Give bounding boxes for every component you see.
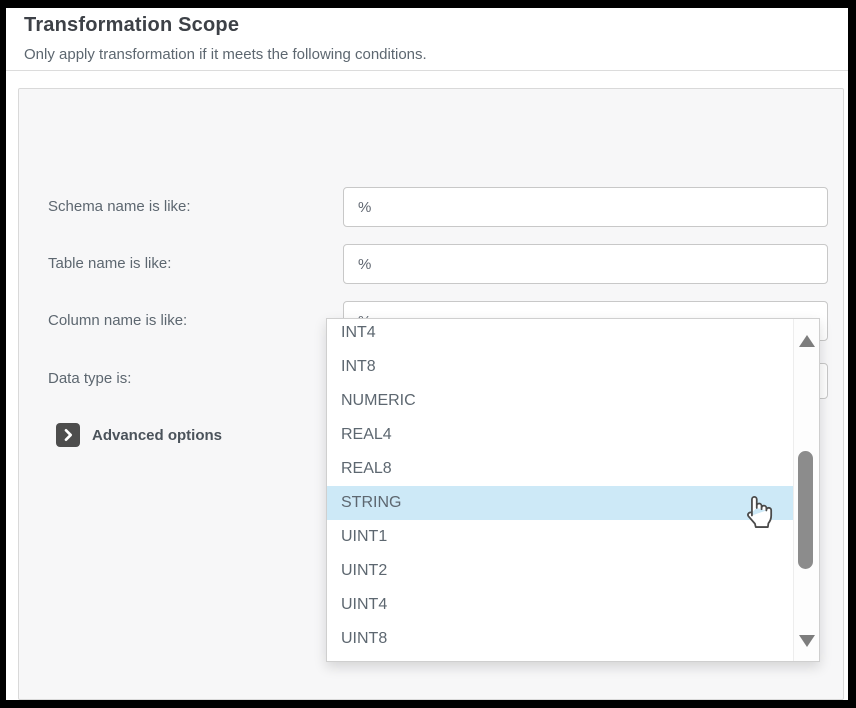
data-type-option-list: INT4 INT8 NUMERIC REAL4 REAL8 STRING UIN…	[327, 318, 793, 656]
transformation-scope-page: Transformation Scope Only apply transfor…	[6, 8, 848, 700]
option-uint2[interactable]: UINT2	[327, 554, 793, 588]
advanced-options-toggle[interactable]: Advanced options	[56, 423, 222, 447]
option-real4[interactable]: REAL4	[327, 418, 793, 452]
triangle-up-icon[interactable]	[799, 335, 815, 347]
triangle-down-icon[interactable]	[799, 635, 815, 647]
option-uint1[interactable]: UINT1	[327, 520, 793, 554]
option-int4[interactable]: INT4	[327, 318, 793, 350]
data-type-dropdown: INT4 INT8 NUMERIC REAL4 REAL8 STRING UIN…	[326, 318, 820, 662]
screenshot-frame: Transformation Scope Only apply transfor…	[0, 0, 856, 708]
data-type-label: Data type is:	[48, 361, 131, 397]
option-uint8[interactable]: UINT8	[327, 622, 793, 656]
chevron-right-icon[interactable]	[56, 423, 80, 447]
column-name-label: Column name is like:	[48, 301, 187, 341]
option-numeric[interactable]: NUMERIC	[327, 384, 793, 418]
advanced-options-label: Advanced options	[92, 427, 222, 444]
page-subtitle: Only apply transformation if it meets th…	[24, 46, 427, 63]
scrollbar-thumb[interactable]	[798, 451, 813, 569]
option-uint4[interactable]: UINT4	[327, 588, 793, 622]
schema-name-input[interactable]	[343, 187, 828, 227]
option-string[interactable]: STRING	[327, 486, 793, 520]
option-int8[interactable]: INT8	[327, 350, 793, 384]
page-title: Transformation Scope	[24, 14, 239, 37]
table-name-input[interactable]	[343, 244, 828, 284]
schema-name-label: Schema name is like:	[48, 187, 191, 227]
option-real8[interactable]: REAL8	[327, 452, 793, 486]
dropdown-scrollbar[interactable]	[793, 319, 819, 661]
header-divider	[6, 70, 848, 71]
table-name-label: Table name is like:	[48, 244, 171, 284]
